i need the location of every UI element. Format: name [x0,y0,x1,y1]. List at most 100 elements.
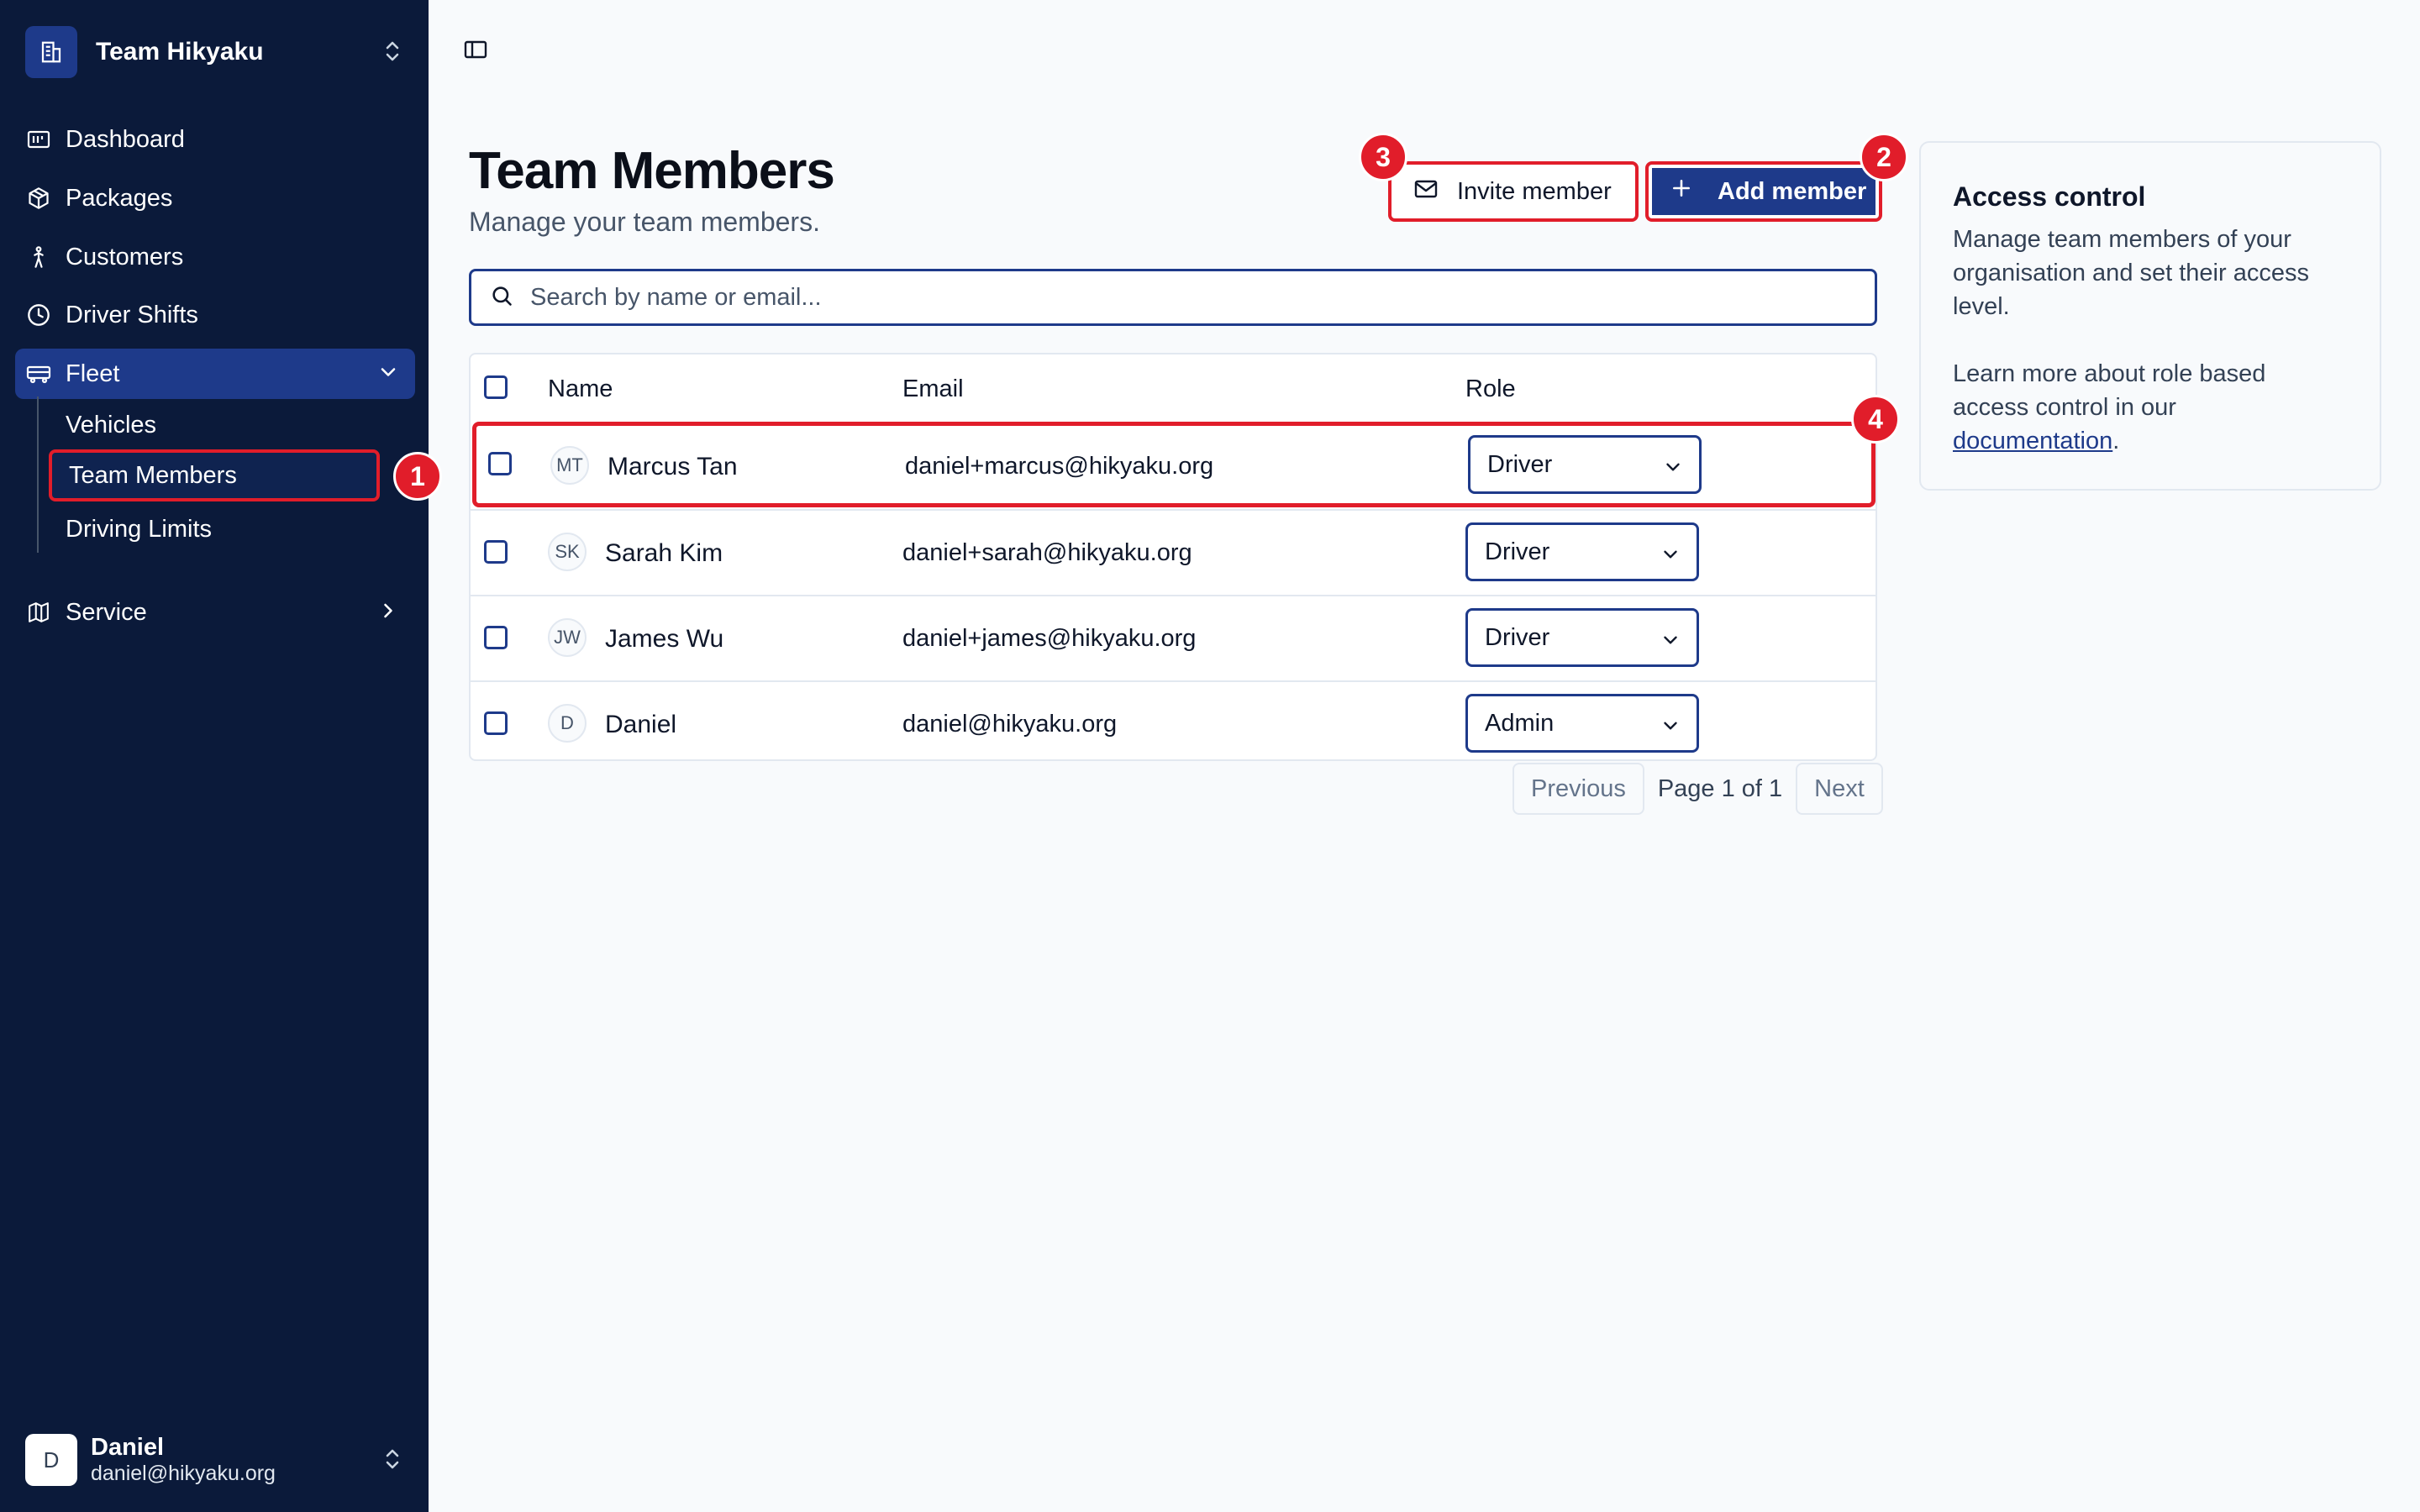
search-bar[interactable] [469,269,1877,326]
next-page-button[interactable]: Next [1796,763,1883,815]
learn-more-text: Learn more about role based access contr… [1953,360,2266,421]
row-checkbox[interactable] [484,540,508,564]
table-header-name: Name [548,375,613,402]
pagination: Previous Page 1 of 1 Next [1512,763,1883,815]
add-member-button[interactable]: Add member [1645,161,1882,222]
avatar: MT [550,446,589,485]
documentation-link[interactable]: documentation [1953,428,2112,454]
sidebar-item-label: Fleet [66,360,120,387]
role-value: Driver [1485,538,1550,565]
row-checkbox[interactable] [488,452,512,475]
team-switcher[interactable]: Team Hikyaku [25,25,412,79]
package-icon [25,185,52,212]
sidebar-item-service[interactable]: Service [15,587,415,638]
select-all-checkbox[interactable] [484,375,508,399]
access-control-card: Access control Manage team members of yo… [1919,141,2381,491]
avatar: D [25,1434,77,1486]
member-email: daniel+marcus@hikyaku.org [905,453,1214,480]
plus-icon [1670,177,1692,206]
sidebar-subitem-label: Vehicles [66,411,157,438]
table-row: SK Sarah Kim daniel+sarah@hikyaku.org Dr… [471,509,1876,595]
annotation-badge: 3 [1359,133,1407,181]
sidebar-item-label: Customers [66,243,184,270]
chevron-down-icon [376,360,400,391]
page-indicator: Page 1 of 1 [1657,774,1783,802]
truck-icon [25,360,52,387]
table-header-email: Email [902,375,964,402]
annotation-badge: 2 [1860,133,1908,181]
member-email: daniel@hikyaku.org [902,711,1118,738]
previous-page-button[interactable]: Previous [1512,763,1644,815]
search-input[interactable] [530,283,1841,312]
learn-more-suffix: . [2112,428,2120,454]
table-row: JW James Wu daniel+james@hikyaku.org Dri… [471,595,1876,680]
sidebar-subitem-team-members[interactable]: Team Members [49,449,380,501]
member-name: James Wu [605,625,724,653]
avatar: D [548,704,587,743]
access-control-learn-more: Learn more about role based access contr… [1953,357,2348,458]
user-name: Daniel [91,1434,165,1461]
annotation-badge: 1 [393,452,442,501]
chevrons-up-down-icon [383,1446,402,1476]
row-checkbox[interactable] [484,711,508,735]
chevrons-up-down-icon [383,39,402,68]
customers-icon [25,244,52,270]
role-value: Driver [1485,623,1550,651]
table-header-select [471,354,538,423]
row-checkbox[interactable] [484,626,508,649]
sidebar-subitem-driving-limits[interactable]: Driving Limits [49,503,380,555]
member-name: Marcus Tan [608,453,738,480]
building-icon [25,26,77,78]
chevron-down-icon [1662,456,1684,485]
panel-left-icon [464,39,487,64]
chevron-right-icon [376,599,400,629]
sidebar-subitem-label: Team Members [69,461,237,489]
avatar: SK [548,533,587,571]
sidebar-item-packages[interactable]: Packages [15,173,415,223]
page-subtitle: Manage your team members. [469,207,820,237]
access-control-title: Access control [1953,181,2146,212]
annotation-badge: 4 [1851,395,1900,444]
chevron-down-icon [1660,715,1681,743]
member-email: daniel+james@hikyaku.org [902,625,1197,652]
sidebar-item-driver-shifts[interactable]: Driver Shifts [15,290,415,340]
sidebar-item-fleet[interactable]: Fleet [15,349,415,399]
sidebar-item-customers[interactable]: Customers [15,232,415,282]
role-select[interactable]: Admin [1465,694,1699,753]
invite-member-label: Invite member [1457,177,1612,205]
role-select[interactable]: Driver [1465,522,1699,581]
user-email: daniel@hikyaku.org [91,1462,276,1485]
table-row: MT Marcus Tan daniel+marcus@hikyaku.org … [472,422,1876,507]
chevron-down-icon [1660,543,1681,572]
member-email: daniel+sarah@hikyaku.org [902,539,1192,566]
sidebar-item-label: Driver Shifts [66,301,198,328]
member-name: Daniel [605,711,677,738]
sidebar-toggle-button[interactable] [460,39,491,64]
mail-icon [1413,178,1439,206]
avatar: JW [548,618,587,657]
user-menu[interactable]: D Daniel daniel@hikyaku.org [25,1431,412,1488]
clock-icon [25,302,52,328]
dashboard-icon [25,126,52,153]
role-value: Driver [1487,450,1553,478]
add-member-label: Add member [1718,177,1867,205]
invite-member-button[interactable]: Invite member [1388,161,1639,222]
chevron-down-icon [1660,629,1681,658]
sidebar-subitem-label: Driving Limits [66,515,213,543]
sidebar: Team Hikyaku Dashboard Packages Customer… [0,0,429,1512]
sidebar-item-label: Service [66,598,147,626]
sidebar-item-label: Dashboard [66,125,185,153]
role-select[interactable]: Driver [1468,435,1702,494]
team-name: Team Hikyaku [96,38,264,66]
sidebar-subitem-vehicles[interactable]: Vehicles [49,399,380,451]
role-select[interactable]: Driver [1465,608,1699,667]
sidebar-item-label: Packages [66,184,173,212]
role-value: Admin [1485,709,1555,737]
access-control-description: Manage team members of your organisation… [1953,226,2309,320]
map-icon [25,599,52,626]
team-members-table: Name Email Role MT Marcus Tan daniel+mar… [469,353,1877,761]
table-row: D Daniel daniel@hikyaku.org Admin [471,680,1876,766]
sidebar-item-dashboard[interactable]: Dashboard [15,114,415,165]
table-header-role: Role [1465,375,1516,402]
member-name: Sarah Kim [605,539,723,567]
